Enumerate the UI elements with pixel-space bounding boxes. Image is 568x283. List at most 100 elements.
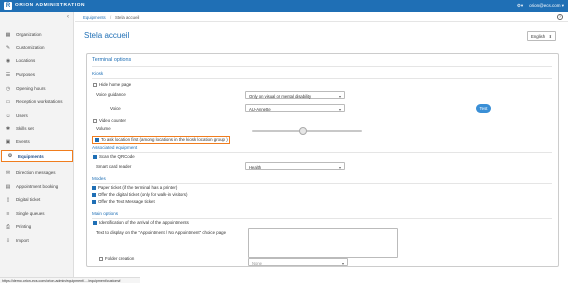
user-menu[interactable]: orion@ecs.com ▾ <box>529 3 564 9</box>
sidebar-item-events[interactable]: ▣ Events <box>0 136 74 147</box>
scan-qrcode-label: Scan the QRCode <box>99 154 135 159</box>
sidebar-item-label: Digital ticket <box>16 197 41 202</box>
collapse-sidebar-icon[interactable]: ‹ <box>67 14 69 20</box>
top-bar: R ORION ADMINISTRATION ⚙▾ orion@ecs.com … <box>0 0 568 12</box>
ask-location-checkbox[interactable] <box>95 138 99 142</box>
sidebar-item-label: Printing <box>16 224 32 229</box>
breadcrumb: Equipments / Stela accueil ? <box>75 12 568 22</box>
divider <box>92 66 552 67</box>
sidebar-item-equipments[interactable]: ⚙ Equipments <box>1 150 73 162</box>
settings-menu-icon[interactable]: ⚙▾ <box>517 3 523 9</box>
calendar-icon: ▣ <box>5 138 11 145</box>
text-message-ticket-label: Offer the Text Message ticket <box>98 199 155 204</box>
pin-icon: ◉ <box>5 57 11 64</box>
sidebar-item-customization[interactable]: ✎ Customization <box>0 42 74 53</box>
pencil-icon: ✎ <box>5 44 11 51</box>
divider <box>92 152 552 153</box>
user-email: orion@ecs.com <box>529 3 561 8</box>
choice-page-text-input[interactable] <box>248 228 398 258</box>
app-logo: R <box>4 2 12 10</box>
breadcrumb-current: Stela accueil <box>115 15 140 20</box>
sidebar-item-opening-hours[interactable]: ◷ Opening hours <box>0 83 74 94</box>
associated-equipment-section-title: Associated equipment <box>92 145 138 150</box>
import-icon: ⇩ <box>5 237 11 244</box>
sidebar-item-locations[interactable]: ◉ Locations <box>0 55 74 66</box>
sidebar-item-label: Events <box>16 139 30 144</box>
voice-select[interactable]: AU-Annette ▾ <box>245 104 345 112</box>
kiosk-section-title: Kiosk <box>92 71 104 76</box>
main-options-section-title: Main options <box>92 211 119 216</box>
smart-card-reader-label: Smart card reader <box>96 164 132 169</box>
folder-creation-checkbox[interactable] <box>99 257 103 261</box>
volume-slider-thumb[interactable] <box>298 127 307 135</box>
text-message-ticket-checkbox[interactable] <box>92 200 96 204</box>
building-icon: ▦ <box>5 31 11 38</box>
browser-status-url: https://demo.orion-ecs.com/orion-admin/e… <box>0 277 140 283</box>
sidebar-item-purposes[interactable]: ☰ Purposes <box>0 69 74 80</box>
hide-home-page-label: Hide home page <box>99 82 132 87</box>
divider <box>92 78 552 79</box>
digital-ticket-checkbox[interactable] <box>92 193 96 197</box>
divider <box>92 218 552 219</box>
sidebar-item-label: Purposes <box>16 72 36 77</box>
scan-qrcode-checkbox[interactable] <box>93 155 97 159</box>
smart-card-reader-select[interactable]: Health ▾ <box>245 162 345 170</box>
ask-location-label: To ask location first (among locations i… <box>101 137 228 142</box>
sidebar-item-label: Direction messages <box>16 170 56 175</box>
sidebar-item-label: Import <box>16 238 29 243</box>
ticket-icon: ▯ <box>6 196 10 203</box>
language-select[interactable]: English ⬍ <box>527 31 556 41</box>
sidebar-item-printing[interactable]: ⎙ Printing <box>0 221 74 232</box>
voice-guidance-value: Only on visual or mental disability <box>249 93 312 99</box>
sidebar-item-label: Customization <box>16 45 45 50</box>
sidebar-item-label: Reception workstations <box>16 99 63 104</box>
queue-icon: ≡ <box>6 210 10 217</box>
breadcrumb-parent-link[interactable]: Equipments <box>83 15 106 20</box>
sidebar-item-organization[interactable]: ▦ Organization <box>0 29 74 40</box>
panel-title: Terminal options <box>92 57 132 63</box>
chevron-down-icon: ⬍ <box>548 34 552 39</box>
voice-label: Voice <box>110 106 121 111</box>
help-icon[interactable]: ? <box>557 14 563 20</box>
printer-icon: ⎙ <box>5 223 10 230</box>
folder-creation-select[interactable]: None ▾ <box>248 258 348 266</box>
sidebar-item-import[interactable]: ⇩ Import <box>0 235 74 246</box>
voice-guidance-label: Voice guidance <box>96 92 126 97</box>
video-counter-label: Video counter <box>99 118 127 123</box>
hide-home-page-checkbox[interactable] <box>93 83 97 87</box>
chevron-down-icon: ▾ <box>338 106 341 112</box>
top-right: ⚙▾ orion@ecs.com ▾ <box>517 3 564 9</box>
list-icon: ☰ <box>5 71 11 78</box>
sidebar-item-appointment-booking[interactable]: ▤ Appointment booking <box>0 181 74 192</box>
chevron-down-icon: ▾ <box>338 164 341 170</box>
sidebar-item-label: Locations <box>16 58 36 63</box>
sidebar-item-reception-workstations[interactable]: ▭ Reception workstations <box>0 96 74 107</box>
modes-section-title: Modes <box>92 176 106 181</box>
sidebar-item-skills-set[interactable]: ✱ Skills set <box>0 123 74 134</box>
sidebar-item-users[interactable]: ☺ Users <box>0 110 74 121</box>
test-voice-button[interactable]: Test <box>476 104 491 113</box>
breadcrumb-separator: / <box>110 15 112 20</box>
page-title: Stela accueil <box>84 31 130 40</box>
app-title: ORION ADMINISTRATION <box>15 3 86 8</box>
sidebar-item-digital-ticket[interactable]: ▯ Digital ticket <box>0 194 74 205</box>
sidebar-item-label: Equipments <box>18 153 44 159</box>
calendar-check-icon: ▤ <box>5 183 11 190</box>
equipment-icon: ⚙ <box>7 153 13 159</box>
identification-arrival-checkbox[interactable] <box>93 221 97 225</box>
paper-ticket-label: Paper ticket (if the terminal has a prin… <box>98 185 178 190</box>
desk-icon: ▭ <box>5 98 11 105</box>
divider <box>92 183 552 184</box>
sidebar-item-direction-messages[interactable]: ✉ Direction messages <box>0 167 74 178</box>
sidebar-item-label: Single queues <box>16 211 45 216</box>
sidebar-item-single-queues[interactable]: ≡ Single queues <box>0 208 74 219</box>
volume-slider[interactable] <box>252 127 362 135</box>
paper-ticket-checkbox[interactable] <box>92 186 96 190</box>
skills-icon: ✱ <box>5 125 11 132</box>
message-icon: ✉ <box>5 169 11 176</box>
chevron-down-icon: ▾ <box>338 93 341 99</box>
chevron-down-icon: ▾ <box>341 260 344 266</box>
voice-guidance-select[interactable]: Only on visual or mental disability ▾ <box>245 91 345 99</box>
sidebar-item-label: Appointment booking <box>16 184 59 189</box>
video-counter-checkbox[interactable] <box>93 119 97 123</box>
